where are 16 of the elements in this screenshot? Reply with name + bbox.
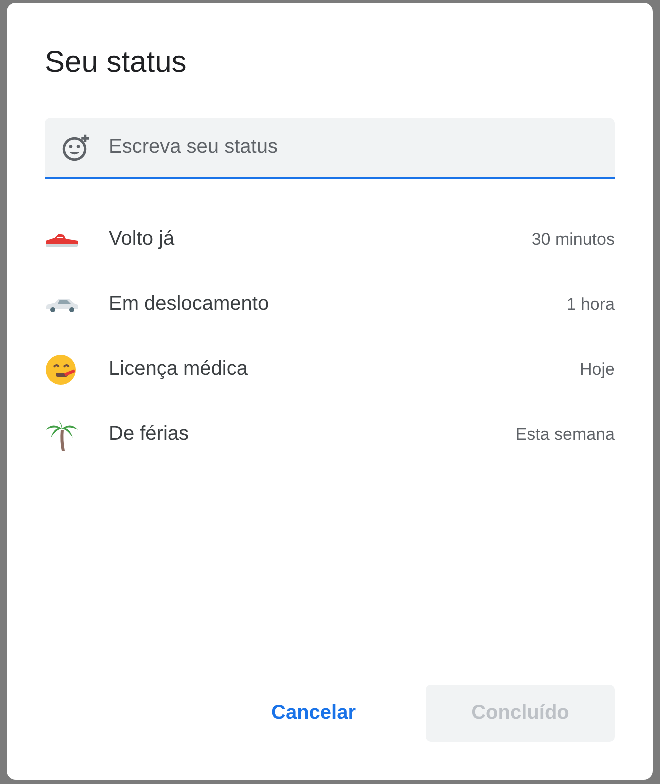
car-icon (45, 296, 79, 312)
sick-face-icon (45, 352, 79, 386)
cancel-button[interactable]: Cancelar (232, 685, 396, 742)
palm-tree-icon (45, 418, 79, 452)
status-preset-item[interactable]: Em deslocamento 1 hora (45, 272, 615, 337)
status-input-field[interactable]: Escreva seu status (45, 118, 615, 179)
add-emoji-icon[interactable] (61, 133, 91, 163)
duration-label: 1 hora (566, 294, 615, 314)
duration-label: Esta semana (516, 424, 615, 444)
duration-label: Hoje (580, 360, 615, 380)
status-preset-item[interactable]: Licença médica Hoje (45, 337, 615, 402)
duration-label: 30 minutos (532, 230, 615, 250)
dialog-title: Seu status (45, 45, 188, 81)
status-preset-item[interactable]: Volto já 30 minutos (45, 207, 615, 272)
status-preset-item[interactable]: De férias Esta semana (45, 402, 615, 467)
sneaker-icon (45, 232, 79, 248)
